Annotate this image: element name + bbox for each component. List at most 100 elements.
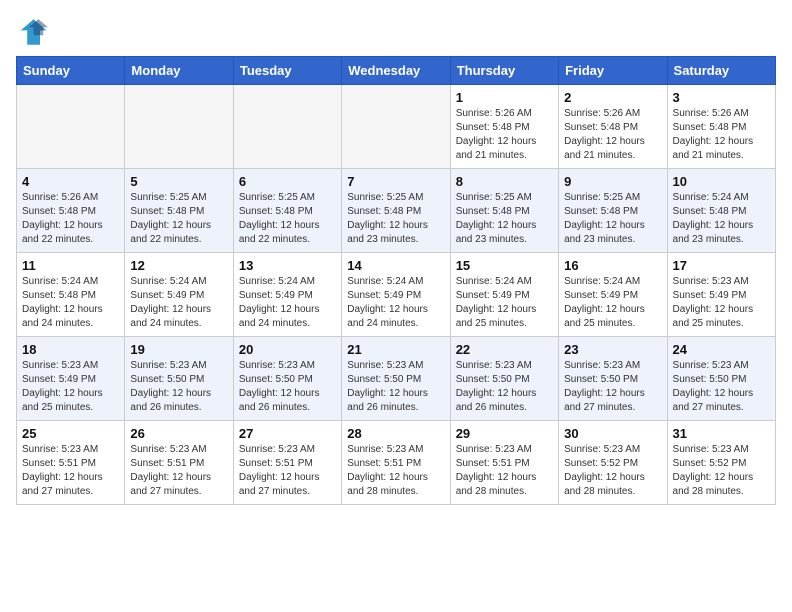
day-info: Sunrise: 5:26 AM Sunset: 5:48 PM Dayligh… xyxy=(22,191,119,247)
day-number: 17 xyxy=(673,258,770,273)
day-info: Sunrise: 5:25 AM Sunset: 5:48 PM Dayligh… xyxy=(130,191,227,247)
calendar-cell: 17 Sunrise: 5:23 AM Sunset: 5:49 PM Dayli… xyxy=(667,253,775,337)
day-number: 14 xyxy=(347,258,444,273)
calendar-cell xyxy=(233,85,341,169)
day-info: Sunrise: 5:24 AM Sunset: 5:49 PM Dayligh… xyxy=(564,275,661,331)
calendar-cell: 24 Sunrise: 5:23 AM Sunset: 5:50 PM Dayli… xyxy=(667,337,775,421)
page-header xyxy=(16,16,776,48)
day-number: 8 xyxy=(456,174,553,189)
day-number: 28 xyxy=(347,426,444,441)
day-number: 23 xyxy=(564,342,661,357)
day-number: 4 xyxy=(22,174,119,189)
calendar-cell: 19Sunrise: 5:23 AM Sunset: 5:50 PM Dayli… xyxy=(125,337,233,421)
calendar-cell: 3 Sunrise: 5:26 AM Sunset: 5:48 PM Daylig… xyxy=(667,85,775,169)
day-info: Sunrise: 5:23 AM Sunset: 5:51 PM Dayligh… xyxy=(130,443,227,499)
calendar-cell: 7Sunrise: 5:25 AM Sunset: 5:48 PM Daylig… xyxy=(342,169,450,253)
calendar-cell: 22 Sunrise: 5:23 AM Sunset: 5:50 PM Dayli… xyxy=(450,337,558,421)
day-number: 29 xyxy=(456,426,553,441)
day-number: 15 xyxy=(456,258,553,273)
day-info: Sunrise: 5:23 AM Sunset: 5:51 PM Dayligh… xyxy=(239,443,336,499)
day-info: Sunrise: 5:24 AM Sunset: 5:49 PM Dayligh… xyxy=(456,275,553,331)
day-info: Sunrise: 5:26 AM Sunset: 5:48 PM Dayligh… xyxy=(456,107,553,163)
day-number: 5 xyxy=(130,174,227,189)
calendar-cell xyxy=(125,85,233,169)
calendar-cell: 28 Sunrise: 5:23 AM Sunset: 5:51 PM Dayli… xyxy=(342,421,450,505)
logo xyxy=(16,16,52,48)
calendar-week-1: 1 Sunrise: 5:26 AM Sunset: 5:48 PM Daylig… xyxy=(17,85,776,169)
calendar-week-3: 11 Sunrise: 5:24 AM Sunset: 5:48 PM Dayli… xyxy=(17,253,776,337)
day-number: 22 xyxy=(456,342,553,357)
calendar-cell xyxy=(17,85,125,169)
calendar-cell: 25 Sunrise: 5:23 AM Sunset: 5:51 PM Dayli… xyxy=(17,421,125,505)
day-number: 1 xyxy=(456,90,553,105)
header-monday: Monday xyxy=(125,57,233,85)
day-info: Sunrise: 5:23 AM Sunset: 5:51 PM Dayligh… xyxy=(347,443,444,499)
day-number: 19 xyxy=(130,342,227,357)
calendar-cell: 6Sunrise: 5:25 AM Sunset: 5:48 PM Daylig… xyxy=(233,169,341,253)
day-info: Sunrise: 5:23 AM Sunset: 5:50 PM Dayligh… xyxy=(456,359,553,415)
header-thursday: Thursday xyxy=(450,57,558,85)
calendar-cell: 9 Sunrise: 5:25 AM Sunset: 5:48 PM Daylig… xyxy=(559,169,667,253)
day-number: 27 xyxy=(239,426,336,441)
day-number: 9 xyxy=(564,174,661,189)
day-number: 3 xyxy=(673,90,770,105)
day-number: 16 xyxy=(564,258,661,273)
calendar-table: SundayMondayTuesdayWednesdayThursdayFrid… xyxy=(16,56,776,505)
day-number: 10 xyxy=(673,174,770,189)
header-friday: Friday xyxy=(559,57,667,85)
calendar-cell: 15 Sunrise: 5:24 AM Sunset: 5:49 PM Dayli… xyxy=(450,253,558,337)
calendar-cell: 5 Sunrise: 5:25 AM Sunset: 5:48 PM Daylig… xyxy=(125,169,233,253)
day-info: Sunrise: 5:23 AM Sunset: 5:50 PM Dayligh… xyxy=(239,359,336,415)
day-info: Sunrise: 5:23 AM Sunset: 5:51 PM Dayligh… xyxy=(22,443,119,499)
day-number: 6 xyxy=(239,174,336,189)
header-sunday: Sunday xyxy=(17,57,125,85)
day-info: Sunrise: 5:25 AM Sunset: 5:48 PM Dayligh… xyxy=(456,191,553,247)
day-number: 26 xyxy=(130,426,227,441)
day-number: 11 xyxy=(22,258,119,273)
day-number: 30 xyxy=(564,426,661,441)
calendar-cell: 20 Sunrise: 5:23 AM Sunset: 5:50 PM Dayli… xyxy=(233,337,341,421)
day-info: Sunrise: 5:23 AM Sunset: 5:51 PM Dayligh… xyxy=(456,443,553,499)
day-info: Sunrise: 5:24 AM Sunset: 5:49 PM Dayligh… xyxy=(239,275,336,331)
calendar-week-5: 25 Sunrise: 5:23 AM Sunset: 5:51 PM Dayli… xyxy=(17,421,776,505)
day-info: Sunrise: 5:26 AM Sunset: 5:48 PM Dayligh… xyxy=(673,107,770,163)
calendar-cell: 12Sunrise: 5:24 AM Sunset: 5:49 PM Dayli… xyxy=(125,253,233,337)
calendar-cell: 26 Sunrise: 5:23 AM Sunset: 5:51 PM Dayli… xyxy=(125,421,233,505)
calendar-cell: 30 Sunrise: 5:23 AM Sunset: 5:52 PM Dayli… xyxy=(559,421,667,505)
calendar-cell: 18 Sunrise: 5:23 AM Sunset: 5:49 PM Dayli… xyxy=(17,337,125,421)
day-info: Sunrise: 5:23 AM Sunset: 5:50 PM Dayligh… xyxy=(347,359,444,415)
calendar-cell: 11 Sunrise: 5:24 AM Sunset: 5:48 PM Dayli… xyxy=(17,253,125,337)
calendar-cell: 27 Sunrise: 5:23 AM Sunset: 5:51 PM Dayli… xyxy=(233,421,341,505)
calendar-cell: 1 Sunrise: 5:26 AM Sunset: 5:48 PM Daylig… xyxy=(450,85,558,169)
calendar-cell: 31 Sunrise: 5:23 AM Sunset: 5:52 PM Dayli… xyxy=(667,421,775,505)
header-tuesday: Tuesday xyxy=(233,57,341,85)
day-info: Sunrise: 5:25 AM Sunset: 5:48 PM Dayligh… xyxy=(347,191,444,247)
day-number: 25 xyxy=(22,426,119,441)
day-number: 18 xyxy=(22,342,119,357)
calendar-cell: 10 Sunrise: 5:24 AM Sunset: 5:48 PM Dayli… xyxy=(667,169,775,253)
day-info: Sunrise: 5:23 AM Sunset: 5:52 PM Dayligh… xyxy=(564,443,661,499)
day-number: 24 xyxy=(673,342,770,357)
calendar-cell: 13 Sunrise: 5:24 AM Sunset: 5:49 PM Dayli… xyxy=(233,253,341,337)
calendar-cell xyxy=(342,85,450,169)
day-number: 13 xyxy=(239,258,336,273)
day-info: Sunrise: 5:23 AM Sunset: 5:49 PM Dayligh… xyxy=(673,275,770,331)
calendar-cell: 4 Sunrise: 5:26 AM Sunset: 5:48 PM Daylig… xyxy=(17,169,125,253)
day-info: Sunrise: 5:25 AM Sunset: 5:48 PM Dayligh… xyxy=(564,191,661,247)
day-info: Sunrise: 5:24 AM Sunset: 5:48 PM Dayligh… xyxy=(22,275,119,331)
calendar-cell: 16 Sunrise: 5:24 AM Sunset: 5:49 PM Dayli… xyxy=(559,253,667,337)
day-info: Sunrise: 5:23 AM Sunset: 5:52 PM Dayligh… xyxy=(673,443,770,499)
day-info: Sunrise: 5:23 AM Sunset: 5:49 PM Dayligh… xyxy=(22,359,119,415)
day-info: Sunrise: 5:24 AM Sunset: 5:48 PM Dayligh… xyxy=(673,191,770,247)
day-info: Sunrise: 5:23 AM Sunset: 5:50 PM Dayligh… xyxy=(673,359,770,415)
day-number: 20 xyxy=(239,342,336,357)
calendar-cell: 23 Sunrise: 5:23 AM Sunset: 5:50 PM Dayli… xyxy=(559,337,667,421)
header-row: SundayMondayTuesdayWednesdayThursdayFrid… xyxy=(17,57,776,85)
day-info: Sunrise: 5:24 AM Sunset: 5:49 PM Dayligh… xyxy=(130,275,227,331)
day-number: 21 xyxy=(347,342,444,357)
day-number: 2 xyxy=(564,90,661,105)
day-info: Sunrise: 5:23 AM Sunset: 5:50 PM Dayligh… xyxy=(564,359,661,415)
calendar-cell: 29 Sunrise: 5:23 AM Sunset: 5:51 PM Dayli… xyxy=(450,421,558,505)
day-number: 31 xyxy=(673,426,770,441)
day-info: Sunrise: 5:26 AM Sunset: 5:48 PM Dayligh… xyxy=(564,107,661,163)
